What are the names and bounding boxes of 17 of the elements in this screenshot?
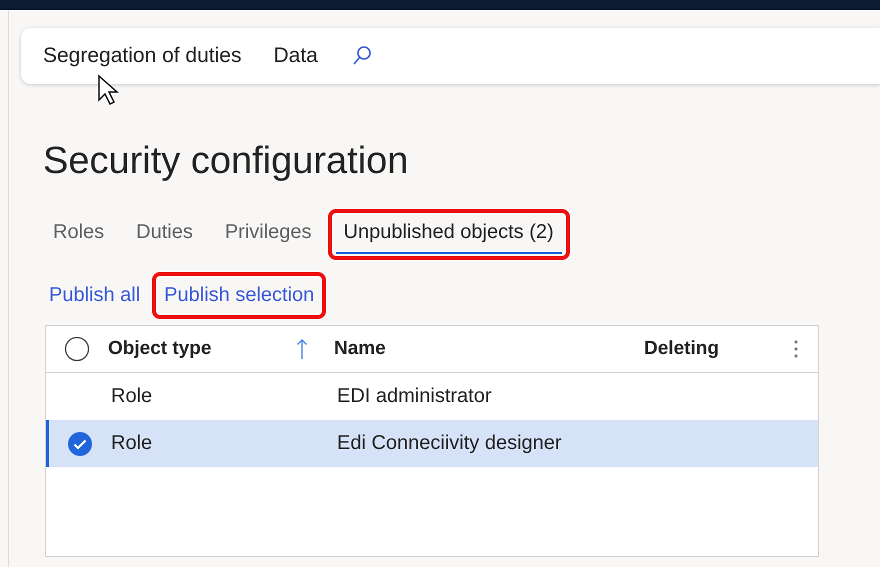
- table-cell-text: Role: [111, 432, 154, 455]
- tab[interactable]: Duties: [128, 215, 201, 254]
- toolbar-item[interactable]: Segregation of duties: [43, 44, 242, 68]
- table-cell-text: Role: [111, 385, 154, 408]
- toolbar-item[interactable]: Data: [273, 44, 318, 68]
- page-title: Security configuration: [43, 140, 410, 183]
- table-cell-text: EDI administrator: [337, 385, 492, 408]
- tab[interactable]: Roles: [45, 215, 112, 254]
- column-header[interactable]: Object type: [108, 338, 296, 360]
- tab[interactable]: Unpublished objects (2): [336, 215, 562, 254]
- column-header[interactable]: Deleting: [644, 338, 794, 360]
- column-header[interactable]: Name: [334, 338, 644, 360]
- action-link[interactable]: Publish selection: [158, 278, 320, 313]
- table-cell-text: Edi Conneciivity designer: [337, 432, 563, 455]
- tab[interactable]: Privileges: [216, 215, 320, 254]
- table-row[interactable]: Role Edi Conneciivity designer: [46, 420, 818, 467]
- action-link[interactable]: Publish all: [43, 278, 146, 313]
